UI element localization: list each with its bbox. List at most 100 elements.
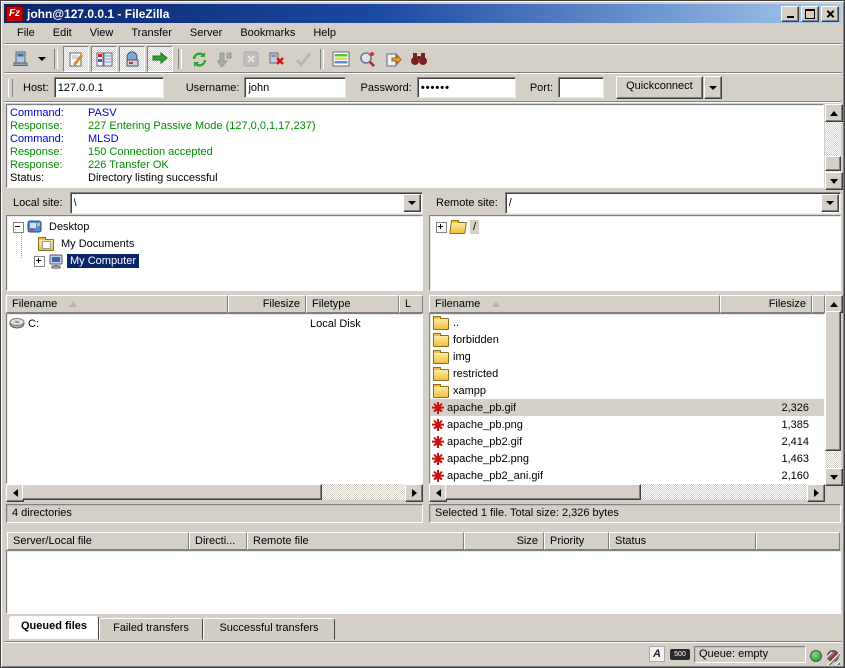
password-input[interactable] — [417, 77, 516, 98]
cancel-operation-button[interactable] — [239, 47, 263, 71]
column-header-priority[interactable]: Priority — [544, 532, 609, 550]
column-header-direction[interactable]: Directi... — [189, 532, 247, 550]
file-row[interactable]: restricted — [430, 365, 824, 382]
username-input[interactable] — [244, 77, 346, 98]
directory-comparison-button[interactable] — [329, 47, 353, 71]
tab-successful-transfers[interactable]: Successful transfers — [203, 618, 335, 640]
remote-list-hscrollbar[interactable] — [429, 484, 825, 500]
file-row[interactable]: C: Local Disk — [7, 315, 422, 332]
reconnect-button[interactable] — [291, 47, 315, 71]
column-header-filename[interactable]: Filename — [429, 295, 720, 313]
tree-item-desktop[interactable]: Desktop — [13, 219, 92, 235]
remote-site-bar: Remote site: — [429, 193, 841, 213]
column-header-filetype[interactable]: Filetype — [306, 295, 399, 313]
arrow-left-icon — [13, 489, 18, 497]
combo-dropdown-button[interactable] — [821, 194, 839, 212]
scrollbar-thumb[interactable] — [445, 484, 641, 500]
scrollbar-thumb[interactable] — [825, 156, 841, 171]
document-icon — [42, 241, 51, 249]
maximize-button[interactable] — [801, 6, 819, 22]
tab-queued-files[interactable]: Queued files — [9, 616, 99, 640]
scroll-down-button[interactable] — [825, 468, 843, 486]
site-manager-button[interactable] — [9, 47, 33, 71]
port-input[interactable] — [558, 77, 604, 98]
file-name: xampp — [453, 385, 486, 397]
menu-server[interactable]: Server — [181, 24, 231, 42]
find-files-button[interactable] — [407, 47, 431, 71]
log-scrollbar[interactable] — [825, 104, 841, 188]
menu-file[interactable]: File — [8, 24, 44, 42]
column-header-filesize[interactable]: Filesize — [720, 295, 812, 313]
toggle-remote-tree-button[interactable] — [119, 46, 145, 72]
tree-item-my-computer[interactable]: My Computer — [34, 253, 139, 269]
column-header-remote-file[interactable]: Remote file — [247, 532, 464, 550]
menu-help[interactable]: Help — [304, 24, 345, 42]
folder-icon — [433, 352, 449, 364]
toggle-local-tree-button[interactable] — [91, 46, 117, 72]
resize-grip[interactable] — [827, 652, 840, 665]
activity-led-receive — [810, 650, 822, 662]
file-row[interactable]: apache_pb2_ani.gif 2,160 — [430, 467, 824, 484]
process-queue-button[interactable] — [213, 47, 237, 71]
close-button[interactable] — [821, 6, 839, 22]
column-header-size[interactable]: Size — [464, 532, 544, 550]
scroll-right-button[interactable] — [405, 484, 423, 502]
tree-item-root[interactable]: / — [436, 219, 479, 235]
ascii-transfer-type-icon[interactable]: A — [649, 646, 665, 662]
remote-list-vscrollbar[interactable] — [825, 295, 841, 484]
local-site-combobox[interactable] — [70, 192, 423, 214]
local-site-label: Local site: — [6, 197, 70, 209]
log-text: 150 Connection accepted — [88, 146, 213, 159]
folder-icon — [433, 318, 449, 330]
site-manager-dropdown-button[interactable] — [35, 47, 49, 71]
menu-edit[interactable]: Edit — [44, 24, 81, 42]
quickconnect-dropdown-button[interactable] — [704, 76, 722, 99]
combo-dropdown-button[interactable] — [403, 194, 421, 212]
queue-header: Server/Local file Directi... Remote file… — [6, 532, 841, 550]
speed-limit-icon[interactable]: 500 — [670, 649, 690, 660]
file-row-selected[interactable]: apache_pb.gif 2,326 — [430, 399, 824, 416]
column-header-filesize[interactable]: Filesize — [228, 295, 306, 313]
menu-transfer[interactable]: Transfer — [122, 24, 181, 42]
file-row[interactable]: xampp — [430, 382, 824, 399]
file-row[interactable]: apache_pb2.gif 2,414 — [430, 433, 824, 450]
file-search-button[interactable] — [355, 47, 379, 71]
remote-site-combobox[interactable] — [505, 192, 841, 214]
scroll-up-button[interactable] — [825, 104, 843, 122]
collapse-icon[interactable] — [13, 222, 24, 233]
column-header-filename[interactable]: Filename — [6, 295, 228, 313]
toggle-transfer-queue-button[interactable] — [147, 46, 173, 72]
toggle-message-log-button[interactable] — [63, 46, 89, 72]
sort-ascending-icon — [69, 301, 77, 307]
column-header-status[interactable]: Status — [609, 532, 756, 550]
host-input[interactable] — [54, 77, 164, 98]
tree-item-my-documents[interactable]: My Documents — [35, 236, 137, 252]
synchronized-browsing-button[interactable] — [381, 47, 405, 71]
file-row[interactable]: apache_pb.png 1,385 — [430, 416, 824, 433]
remote-status-bar: Selected 1 file. Total size: 2,326 bytes — [429, 504, 841, 523]
scrollbar-thumb[interactable] — [22, 484, 322, 500]
quickconnect-button[interactable]: Quickconnect — [616, 76, 703, 99]
file-row[interactable]: img — [430, 348, 824, 365]
column-header-lastmodified[interactable]: L — [399, 295, 423, 313]
local-list-hscrollbar[interactable] — [6, 484, 423, 500]
minimize-icon — [787, 16, 794, 18]
scrollbar-thumb[interactable] — [825, 311, 841, 451]
arrow-down-icon — [830, 179, 838, 184]
menu-view[interactable]: View — [81, 24, 123, 42]
file-row[interactable]: .. — [430, 314, 824, 331]
disconnect-button[interactable] — [265, 47, 289, 71]
file-row[interactable]: apache_pb2.png 1,463 — [430, 450, 824, 467]
refresh-button[interactable] — [187, 47, 211, 71]
column-header-server-local-file[interactable]: Server/Local file — [7, 532, 189, 550]
tab-failed-transfers[interactable]: Failed transfers — [99, 618, 203, 640]
vertical-splitter[interactable] — [423, 193, 429, 500]
expand-icon[interactable] — [34, 256, 45, 267]
scroll-down-button[interactable] — [825, 172, 843, 190]
minimize-button[interactable] — [781, 6, 799, 22]
file-row[interactable]: forbidden — [430, 331, 824, 348]
expand-icon[interactable] — [436, 222, 447, 233]
queue-list[interactable] — [6, 550, 841, 614]
menu-bookmarks[interactable]: Bookmarks — [231, 24, 304, 42]
scroll-right-button[interactable] — [807, 484, 825, 502]
